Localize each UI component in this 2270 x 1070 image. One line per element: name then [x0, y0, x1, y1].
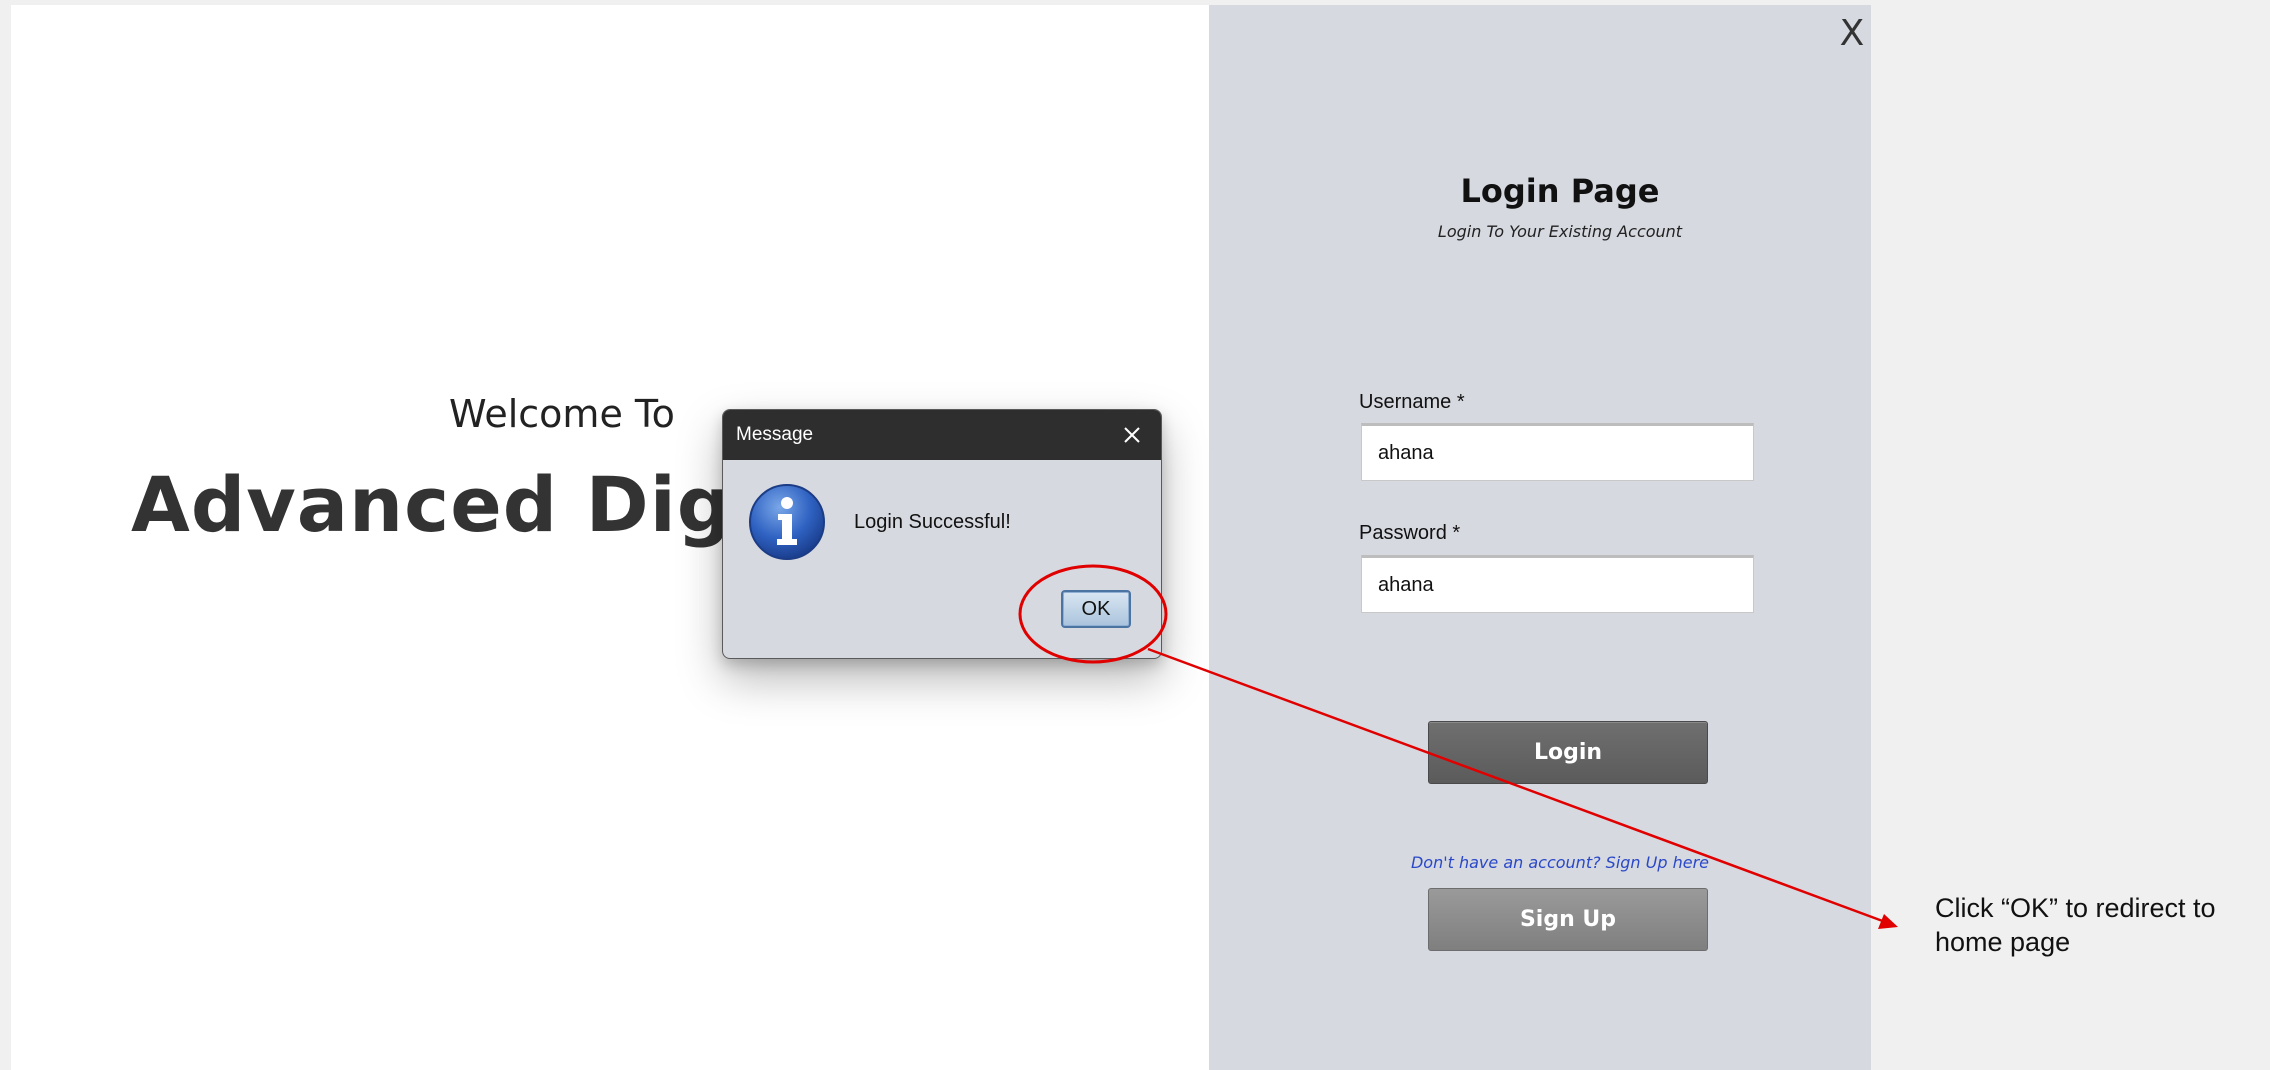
- login-page-title: Login Page: [1460, 172, 1660, 210]
- dialog-titlebar[interactable]: Message: [723, 410, 1161, 460]
- username-field[interactable]: [1361, 423, 1754, 481]
- dialog-title: Message: [736, 424, 814, 445]
- info-icon: [749, 484, 825, 560]
- login-page-subtitle: Login To Your Existing Account: [1437, 222, 1683, 241]
- login-button[interactable]: Login: [1428, 721, 1708, 784]
- ok-button[interactable]: OK: [1061, 590, 1131, 628]
- dialog-message: Login Successful!: [854, 511, 1011, 533]
- window-close-button[interactable]: X: [1836, 12, 1868, 56]
- annotation-arrowhead: [1878, 914, 1898, 929]
- welcome-to-text: Welcome To: [449, 392, 675, 436]
- app-name-heading: Advanced Digit: [131, 460, 797, 549]
- username-label: Username *: [1359, 391, 1465, 413]
- password-field[interactable]: [1361, 555, 1754, 613]
- signup-button[interactable]: Sign Up: [1428, 888, 1708, 951]
- dialog-close-icon[interactable]: [1119, 422, 1145, 448]
- signup-link[interactable]: Don't have an account? Sign Up here: [1209, 853, 1911, 872]
- annotation-text: Click “OK” to redirect to home page: [1935, 893, 2216, 957]
- message-dialog: Message Login Successful! OK: [722, 409, 1162, 659]
- password-label: Password *: [1359, 522, 1461, 544]
